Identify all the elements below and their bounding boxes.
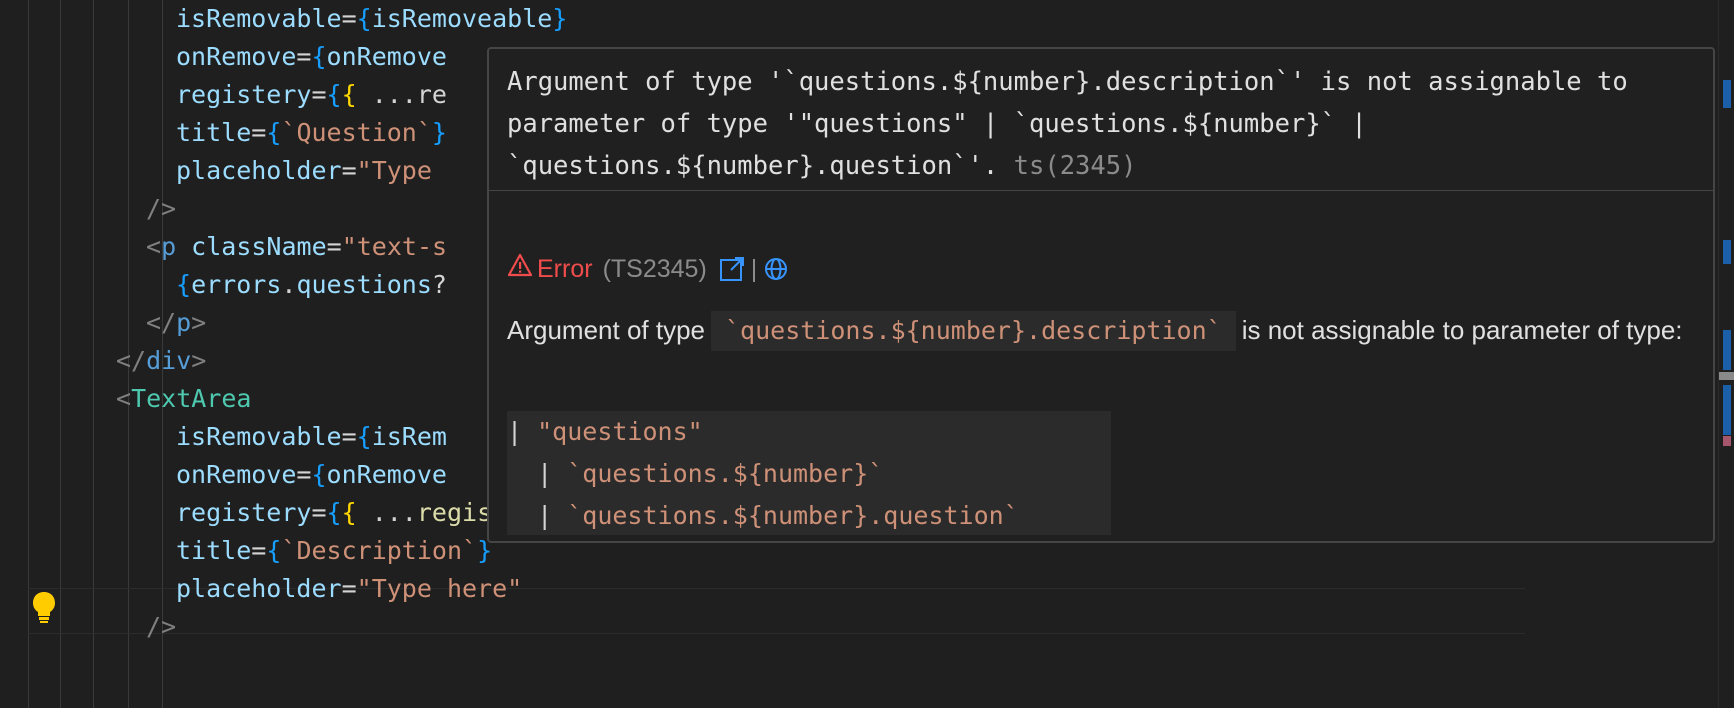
separator-pipe: | [750, 255, 758, 283]
code-token: "Type here" [356, 574, 523, 603]
code-token: ...re [356, 80, 447, 109]
code-token: TextArea [131, 384, 252, 413]
code-token: { [356, 422, 372, 451]
code-token: = [311, 80, 327, 109]
code-token: div [146, 346, 192, 375]
type-line: | `questions.${number}.question` [537, 501, 1019, 530]
code-line[interactable]: <p className="text-s [146, 226, 447, 268]
code-token: { [356, 4, 372, 33]
code-token: { [326, 80, 342, 109]
code-token: { [341, 498, 357, 527]
code-token: title [176, 118, 252, 147]
error-row: Error (TS2345) | [507, 249, 789, 289]
code-line[interactable]: title={`Question`} [176, 112, 447, 154]
code-line[interactable]: {errors.questions? [176, 264, 447, 306]
code-token: isRemovable [176, 4, 342, 33]
code-token: "Type [356, 156, 432, 185]
code-line[interactable]: /> [146, 606, 176, 648]
code-token: = [296, 460, 312, 489]
code-token: onRemove [176, 42, 297, 71]
code-token: = [251, 118, 267, 147]
code-token: { [311, 460, 327, 489]
code-token: placeholder [176, 156, 342, 185]
code-token: `Description` [281, 536, 478, 565]
code-token: { [266, 536, 282, 565]
msg-inline-code: `questions.${number}.description` [711, 311, 1236, 351]
code-token: = [311, 498, 327, 527]
code-token: title [176, 536, 252, 565]
code-token: = [296, 42, 312, 71]
code-token: > [191, 308, 207, 337]
globe-icon[interactable] [763, 256, 789, 282]
code-line[interactable]: title={`Description`} [176, 530, 492, 572]
code-token: { [176, 270, 192, 299]
hover-tooltip: Argument of type '`questions.${number}.d… [487, 47, 1715, 543]
open-external-icon[interactable] [719, 256, 745, 282]
code-line[interactable]: registery={{ ...re [176, 74, 447, 116]
code-token: = [341, 156, 357, 185]
code-token: registery [176, 80, 312, 109]
hover-header: Argument of type '`questions.${number}.d… [507, 61, 1697, 187]
code-token: onRemove [326, 460, 447, 489]
code-line[interactable]: isRemovable={isRem [176, 416, 447, 458]
code-token: "text-s [341, 232, 448, 261]
type-line: | `questions.${number}` [537, 459, 884, 488]
code-token: </ [116, 346, 147, 375]
code-token: </ [146, 308, 177, 337]
code-token: } [431, 118, 447, 147]
code-line[interactable]: <TextArea [116, 378, 251, 420]
code-line[interactable]: </p> [146, 302, 206, 344]
code-token: = [251, 536, 267, 565]
error-code: (TS2345) [602, 255, 707, 283]
error-label: Error [537, 255, 593, 283]
code-token: { [266, 118, 282, 147]
msg-prefix: Argument of type [507, 315, 705, 345]
code-token: < [146, 232, 162, 261]
msg-suffix: is not assignable to parameter of type: [1241, 315, 1683, 345]
code-line[interactable]: isRemovable={isRemoveable} [176, 0, 567, 40]
code-token: /> [146, 612, 177, 641]
code-token: ... [356, 498, 417, 527]
code-token: = [326, 232, 342, 261]
code-token: < [116, 384, 132, 413]
code-token: ? [431, 270, 447, 299]
code-token: = [341, 4, 357, 33]
code-line[interactable]: /> [146, 188, 176, 230]
code-line[interactable]: onRemove={onRemove [176, 454, 447, 496]
code-token: = [341, 422, 357, 451]
code-token: onRemove [176, 460, 297, 489]
code-line[interactable]: placeholder="Type [176, 150, 432, 192]
code-token: registery [176, 498, 312, 527]
code-token: onRemove [326, 42, 447, 71]
code-token: isRemovable [176, 422, 342, 451]
hover-separator [489, 190, 1713, 191]
code-token: p [176, 308, 192, 337]
code-token: { [311, 42, 327, 71]
warning-triangle-icon [507, 249, 533, 289]
code-token: isRemoveable [371, 4, 553, 33]
code-line[interactable]: onRemove={onRemove [176, 36, 447, 78]
code-line[interactable]: placeholder="Type here" [176, 568, 522, 610]
code-token: . [281, 270, 297, 299]
error-message: Argument of type `questions.${number}.des… [507, 307, 1697, 353]
header-ts-code: ts(2345) [1013, 151, 1137, 181]
code-token: { [341, 80, 357, 109]
code-token: = [341, 574, 357, 603]
lightbulb-icon[interactable] [30, 590, 58, 624]
code-token: className [176, 232, 327, 261]
code-token: > [191, 346, 207, 375]
code-token: errors [191, 270, 282, 299]
code-token: { [326, 498, 342, 527]
type-line: | "questions" [507, 417, 703, 446]
code-token: p [161, 232, 177, 261]
code-token: `Question` [281, 118, 432, 147]
code-token: questions [296, 270, 432, 299]
code-line[interactable]: </div> [116, 340, 206, 382]
minimap-scrollbar[interactable] [1718, 0, 1734, 708]
code-token: } [552, 4, 568, 33]
code-token: /> [146, 194, 177, 223]
type-code-block: | "questions" | `questions.${number}` | … [507, 411, 1111, 535]
code-token: isRem [371, 422, 447, 451]
code-token: placeholder [176, 574, 342, 603]
